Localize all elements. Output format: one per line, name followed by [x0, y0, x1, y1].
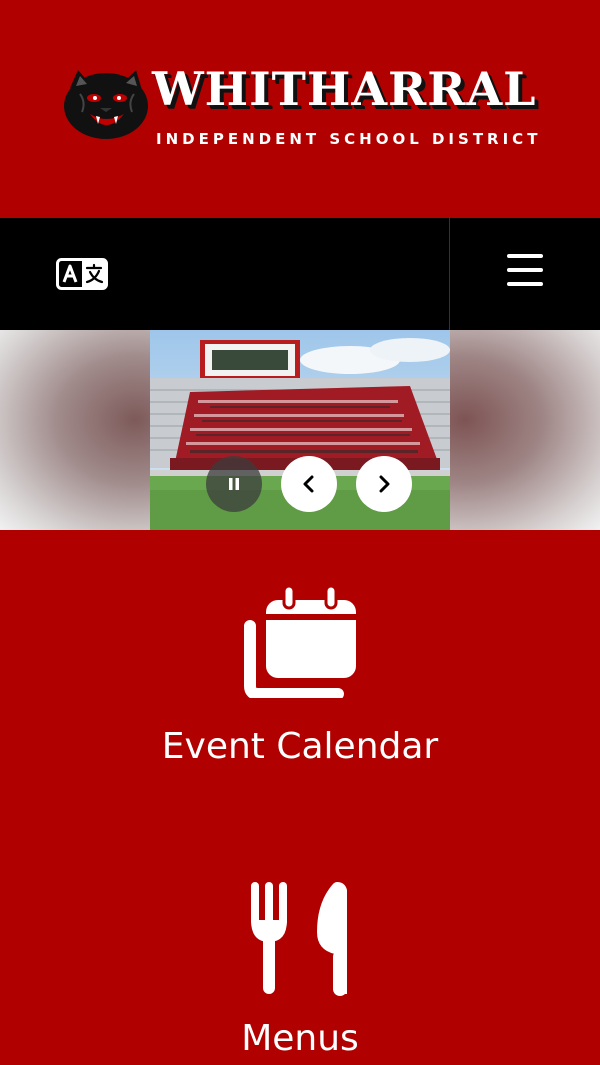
quicklink-event-calendar[interactable]: Event Calendar [0, 582, 600, 767]
previous-slide-button[interactable] [281, 456, 337, 512]
chevron-left-icon [303, 475, 314, 493]
slide-blur-left [0, 330, 150, 530]
quicklink-label: Event Calendar [161, 726, 439, 767]
nav-bar [0, 218, 600, 330]
site-header: WHITHARRAL INDEPENDENT SCHOOL DISTRICT [0, 0, 600, 218]
quicklink-label: Menus [241, 1018, 359, 1059]
chevron-right-icon [379, 475, 390, 493]
quick-links: Event Calendar Menus [0, 530, 600, 1065]
translate-icon [56, 258, 108, 290]
fork-knife-icon [251, 882, 347, 996]
logo-subtitle: INDEPENDENT SCHOOL DISTRICT [156, 130, 542, 148]
translate-button[interactable] [56, 258, 108, 290]
hamburger-menu-icon [507, 254, 543, 286]
slide-blur-right [450, 330, 600, 530]
main-menu-button[interactable] [505, 250, 545, 290]
pause-button[interactable] [206, 456, 262, 512]
district-logo[interactable]: WHITHARRAL INDEPENDENT SCHOOL DISTRICT [60, 62, 542, 156]
logo-title: WHITHARRAL [152, 62, 537, 116]
nav-divider [449, 218, 450, 330]
quicklink-menus[interactable]: Menus [0, 880, 600, 1059]
pause-icon [229, 478, 239, 490]
photo-slideshow [0, 330, 600, 530]
calendar-icon [244, 584, 356, 698]
next-slide-button[interactable] [356, 456, 412, 512]
page: WHITHARRAL INDEPENDENT SCHOOL DISTRICT E… [0, 0, 600, 1065]
panther-head-icon [64, 70, 148, 139]
slideshow-controls [206, 456, 416, 512]
